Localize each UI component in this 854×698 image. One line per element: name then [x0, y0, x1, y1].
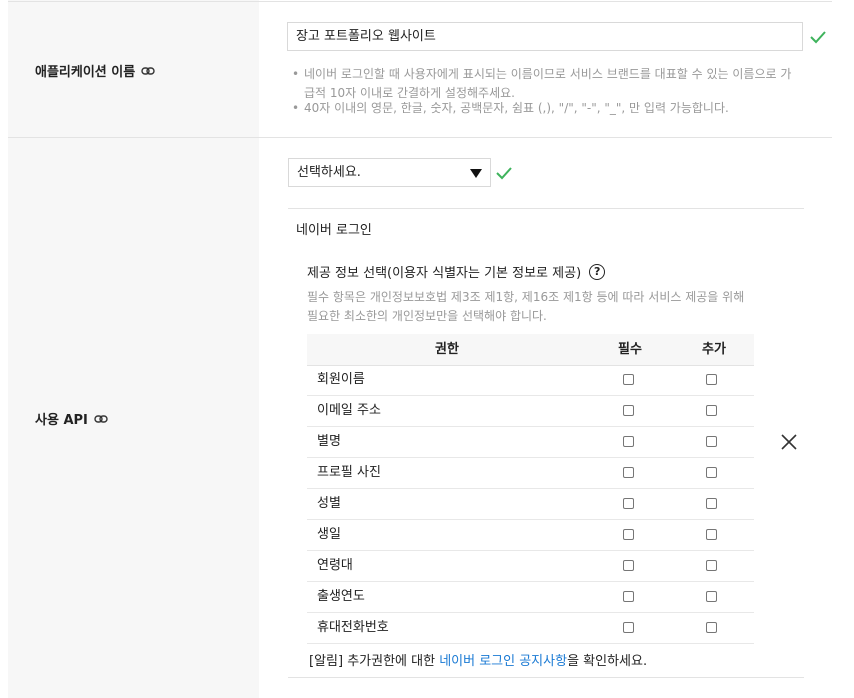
help-icon[interactable]: ? [589, 263, 606, 280]
api-select-value: 선택하세요. [297, 165, 361, 180]
required-checkbox[interactable] [623, 374, 634, 385]
valid-check-icon [810, 31, 826, 44]
table-row: 휴대전화번호 [307, 613, 754, 644]
permission-name: 회원이름 [317, 372, 365, 387]
row-divider-top [8, 1, 832, 2]
table-row: 프로필 사진 [307, 458, 754, 489]
app-name-hint-1: • 네이버 로그인할 때 사용자에게 표시되는 이름이므로 서비스 브랜드를 대표… [292, 65, 802, 103]
extra-checkbox[interactable] [706, 591, 717, 602]
required-checkbox[interactable] [623, 498, 634, 509]
permission-name: 별명 [317, 434, 341, 449]
extra-checkbox[interactable] [706, 560, 717, 571]
dropdown-arrow-icon [470, 169, 482, 178]
header-permission: 권한 [435, 342, 459, 357]
required-checkbox[interactable] [623, 591, 634, 602]
table-row: 성별 [307, 489, 754, 520]
app-name-input[interactable]: 장고 포트폴리오 웹사이트 [287, 22, 803, 51]
required-checkbox[interactable] [623, 622, 634, 633]
api-label-text: 사용 API [35, 413, 88, 428]
extra-checkbox[interactable] [706, 529, 717, 540]
permission-name: 이메일 주소 [317, 403, 381, 418]
table-row: 연령대 [307, 551, 754, 582]
permission-table-header: 권한 필수 추가 [307, 334, 754, 366]
table-row: 회원이름 [307, 365, 754, 396]
table-row: 출생연도 [307, 582, 754, 613]
required-checkbox[interactable] [623, 560, 634, 571]
permission-name: 휴대전화번호 [317, 620, 389, 635]
notice-link[interactable]: 네이버 로그인 공지사항 [439, 654, 567, 669]
required-checkbox[interactable] [623, 436, 634, 447]
app-name-hint-2: • 40자 이내의 영문, 한글, 숫자, 공백문자, 쉼표 (,), "/", … [292, 101, 729, 115]
provide-title-text: 제공 정보 선택(이용자 식별자는 기본 정보로 제공) [307, 266, 582, 281]
close-icon[interactable] [780, 433, 798, 451]
extra-checkbox[interactable] [706, 436, 717, 447]
extra-checkbox[interactable] [706, 622, 717, 633]
table-row: 생일 [307, 520, 754, 551]
section-title: 네이버 로그인 [296, 223, 372, 238]
app-name-label-text: 애플리케이션 이름 [35, 65, 136, 80]
provide-description: 필수 항목은 개인정보보호법 제3조 제1항, 제16조 제1항 등에 따라 서… [307, 290, 745, 323]
permission-name: 성별 [317, 496, 341, 511]
app-name-label: 애플리케이션 이름 [35, 61, 155, 80]
permission-name: 프로필 사진 [317, 465, 381, 480]
link-icon[interactable] [94, 414, 108, 424]
hint-text-2: 40자 이내의 영문, 한글, 숫자, 공백문자, 쉼표 (,), "/", "… [304, 101, 729, 115]
header-extra: 추가 [702, 342, 726, 357]
section-divider-top [288, 208, 804, 209]
row-divider [8, 137, 832, 138]
notice: [알림] 추가권한에 대한 네이버 로그인 공지사항을 확인하세요. [309, 650, 647, 669]
link-icon[interactable] [141, 66, 155, 76]
required-checkbox[interactable] [623, 405, 634, 416]
extra-checkbox[interactable] [706, 467, 717, 478]
provide-title: 제공 정보 선택(이용자 식별자는 기본 정보로 제공) ? [307, 262, 606, 281]
permission-name: 출생연도 [317, 589, 365, 604]
permission-name: 연령대 [317, 558, 353, 573]
notice-suffix: 을 확인하세요. [567, 654, 648, 669]
hint-text-1: 네이버 로그인할 때 사용자에게 표시되는 이름이므로 서비스 브랜드를 대표할… [304, 67, 792, 100]
table-row: 이메일 주소 [307, 396, 754, 427]
api-label: 사용 API [35, 409, 108, 428]
permission-name: 생일 [317, 527, 341, 542]
extra-checkbox[interactable] [706, 498, 717, 509]
extra-checkbox[interactable] [706, 405, 717, 416]
api-select[interactable]: 선택하세요. [288, 158, 491, 187]
required-checkbox[interactable] [623, 529, 634, 540]
table-row: 별명 [307, 427, 754, 458]
section-divider-bottom [288, 677, 804, 678]
required-checkbox[interactable] [623, 467, 634, 478]
valid-check-icon [496, 167, 512, 180]
extra-checkbox[interactable] [706, 374, 717, 385]
notice-prefix: [알림] 추가권한에 대한 [309, 654, 440, 669]
header-required: 필수 [618, 342, 642, 357]
